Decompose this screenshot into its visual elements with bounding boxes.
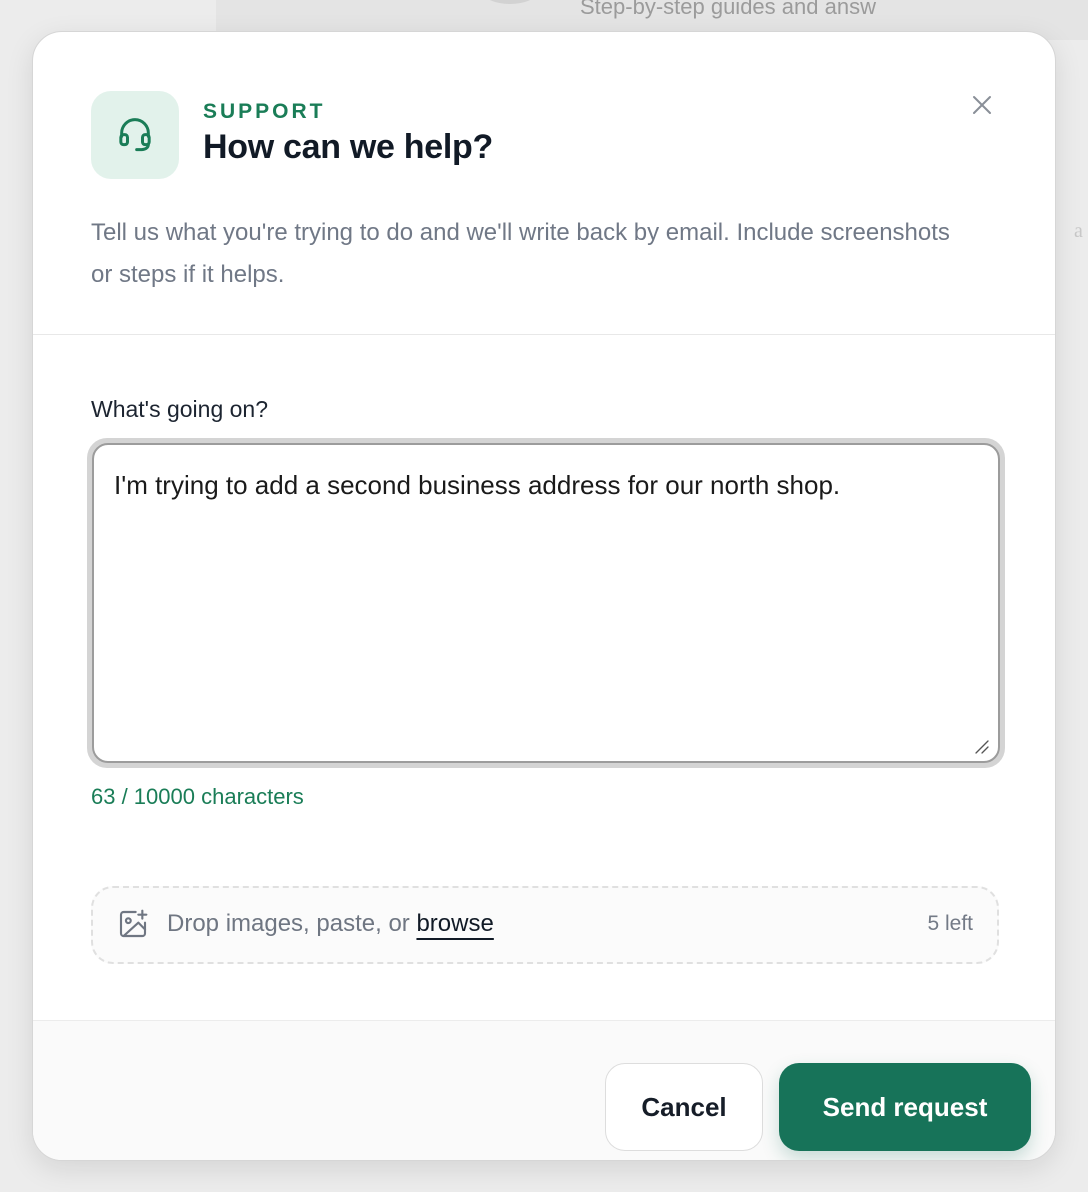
close-button[interactable] — [965, 90, 999, 124]
message-field-focus-ring — [87, 438, 1005, 768]
message-textarea[interactable] — [92, 443, 1000, 763]
resize-handle-icon[interactable] — [973, 738, 989, 754]
background-text: Step-by-step guides and answ — [580, 0, 876, 19]
attachments-remaining: 5 left — [927, 912, 973, 935]
attachment-dropzone[interactable]: Drop images, paste, or browse 5 left — [91, 886, 999, 964]
send-request-button[interactable]: Send request — [779, 1063, 1031, 1151]
modal-title: How can we help? — [203, 128, 493, 166]
message-label: What's going on? — [91, 396, 269, 422]
image-add-icon — [117, 908, 149, 940]
header-divider — [33, 334, 1055, 335]
background-avatar — [484, 0, 536, 4]
support-modal: SUPPORT How can we help? Tell us what yo… — [32, 31, 1056, 1161]
background-edge-glyph: a — [1074, 220, 1083, 242]
modal-description: Tell us what you're trying to do and we'… — [91, 219, 950, 288]
modal-eyebrow: SUPPORT — [203, 100, 326, 123]
cancel-button[interactable]: Cancel — [605, 1063, 763, 1151]
character-counter: 63 / 10000 characters — [91, 784, 304, 809]
header-icon-container — [91, 91, 179, 179]
headset-icon — [115, 113, 155, 158]
dropzone-prompt-text: Drop images, paste, or — [167, 910, 410, 937]
modal-footer: Cancel Send request — [33, 1020, 1055, 1160]
dropzone-prompt: Drop images, paste, or browse — [167, 910, 494, 938]
close-icon — [970, 93, 994, 122]
browse-link[interactable]: browse — [416, 910, 493, 937]
